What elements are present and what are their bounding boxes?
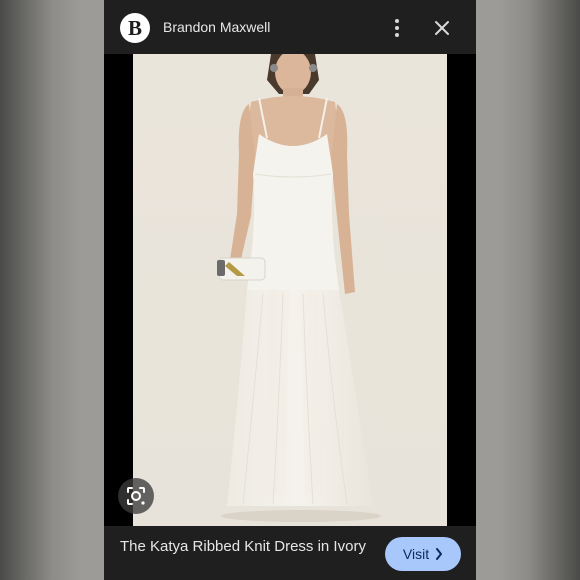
lens-search-button[interactable] xyxy=(118,478,154,514)
product-photo xyxy=(133,54,447,526)
product-title[interactable]: The Katya Ribbed Knit Dress in Ivory xyxy=(120,537,370,557)
image-viewer-panel: B Brandon Maxwell The Katya Ribbed Knit … xyxy=(104,0,476,580)
visit-label: Visit xyxy=(402,546,430,562)
brand-logo[interactable]: B xyxy=(120,13,150,43)
lens-search-icon xyxy=(127,487,145,505)
result-footer: The Katya Ribbed Knit Dress in Ivory Vis… xyxy=(104,526,476,580)
brand-name[interactable]: Brandon Maxwell xyxy=(163,19,270,35)
more-vert-icon[interactable] xyxy=(390,18,404,38)
chevron-right-icon xyxy=(436,548,443,560)
source-header: B Brandon Maxwell xyxy=(104,0,476,54)
visit-button[interactable]: Visit xyxy=(385,537,461,571)
image-preview[interactable] xyxy=(104,54,476,526)
close-icon[interactable] xyxy=(434,20,450,36)
